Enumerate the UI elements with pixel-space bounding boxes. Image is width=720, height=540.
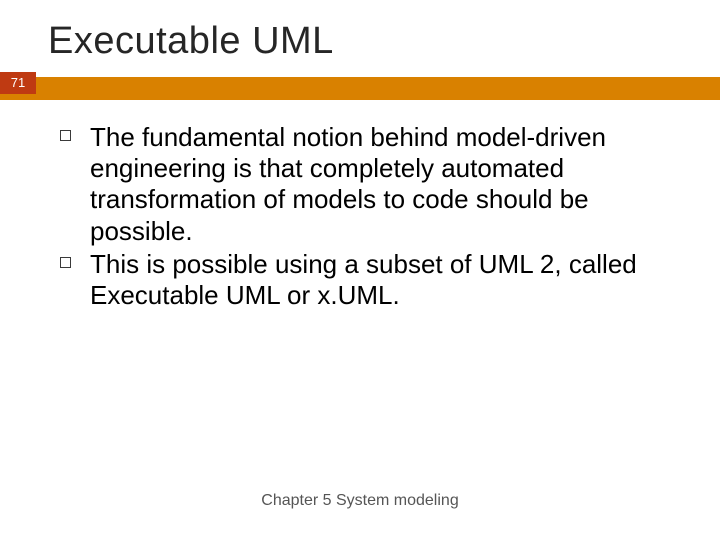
bullet-text: The fundamental notion behind model-driv…	[90, 122, 660, 247]
square-bullet-icon	[60, 249, 90, 268]
slide-title: Executable UML	[0, 0, 720, 77]
bullet-item: The fundamental notion behind model-driv…	[60, 122, 660, 247]
slide-body: The fundamental notion behind model-driv…	[0, 100, 720, 311]
slide-footer: Chapter 5 System modeling	[0, 492, 720, 510]
accent-bar: 71	[0, 77, 720, 100]
square-bullet-icon	[60, 122, 90, 141]
slide: Executable UML 71 The fundamental notion…	[0, 0, 720, 540]
bullet-item: This is possible using a subset of UML 2…	[60, 249, 660, 311]
bullet-text: This is possible using a subset of UML 2…	[90, 249, 660, 311]
page-number-badge: 71	[0, 72, 36, 94]
